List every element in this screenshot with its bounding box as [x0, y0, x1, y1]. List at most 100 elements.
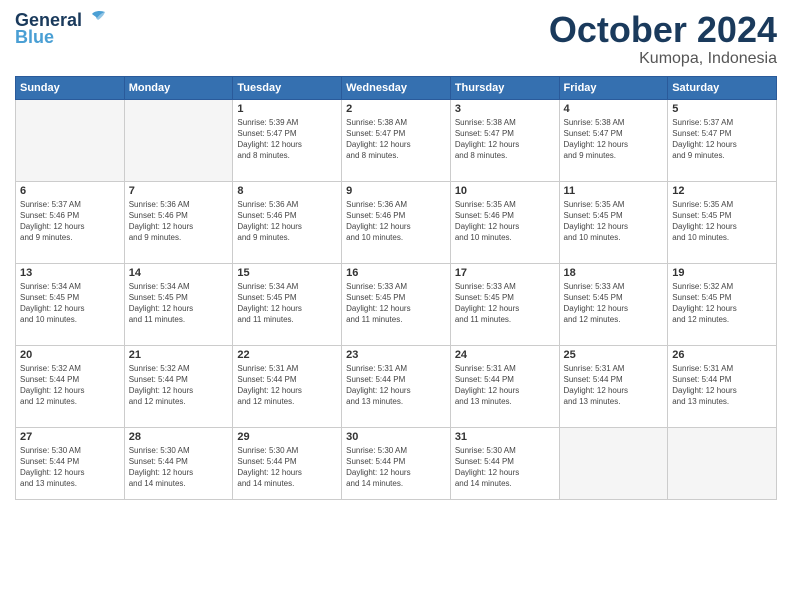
day-number: 9 — [346, 185, 446, 197]
calendar-cell: 1 Sunrise: 5:39 AM Sunset: 5:47 PM Daylig… — [233, 99, 342, 181]
weekday-header-saturday: Saturday — [668, 76, 777, 99]
weekday-header-row: SundayMondayTuesdayWednesdayThursdayFrid… — [16, 76, 777, 99]
calendar-cell: 14 Sunrise: 5:34 AM Sunset: 5:45 PM Dayli… — [124, 263, 233, 345]
day-number: 22 — [237, 349, 337, 361]
calendar-cell: 5Sunrise: 5:37 AM Sunset: 5:47 PM Daylig… — [668, 99, 777, 181]
week-row-5: 27 Sunrise: 5:30 AM Sunset: 5:44 PM Dayli… — [16, 427, 777, 499]
month-title: October 2024 — [549, 10, 777, 50]
day-number: 4 — [564, 103, 664, 115]
calendar-cell: 28Sunrise: 5:30 AM Sunset: 5:44 PM Dayli… — [124, 427, 233, 499]
day-number: 15 — [237, 267, 337, 279]
day-info: Sunrise: 5:31 AM Sunset: 5:44 PM Dayligh… — [564, 363, 664, 408]
day-info: Sunrise: 5:30 AM Sunset: 5:44 PM Dayligh… — [346, 445, 446, 490]
day-info: Sunrise: 5:32 AM Sunset: 5:45 PM Dayligh… — [672, 281, 772, 326]
day-info: Sunrise: 5:35 AM Sunset: 5:45 PM Dayligh… — [672, 199, 772, 244]
calendar-cell: 21 Sunrise: 5:32 AM Sunset: 5:44 PM Dayli… — [124, 345, 233, 427]
day-info: Sunrise: 5:31 AM Sunset: 5:44 PM Dayligh… — [346, 363, 446, 408]
page: General Blue October 2024 Kumopa, Indone… — [0, 0, 792, 612]
calendar-table: SundayMondayTuesdayWednesdayThursdayFrid… — [15, 76, 777, 500]
day-number: 18 — [564, 267, 664, 279]
day-info: Sunrise: 5:31 AM Sunset: 5:44 PM Dayligh… — [455, 363, 555, 408]
calendar-cell: 30 Sunrise: 5:30 AM Sunset: 5:44 PM Dayli… — [342, 427, 451, 499]
day-number: 24 — [455, 349, 555, 361]
day-info: Sunrise: 5:31 AM Sunset: 5:44 PM Dayligh… — [672, 363, 772, 408]
location: Kumopa, Indonesia — [549, 50, 777, 68]
weekday-header-wednesday: Wednesday — [342, 76, 451, 99]
day-info: Sunrise: 5:30 AM Sunset: 5:44 PM Dayligh… — [129, 445, 229, 490]
logo-blue: Blue — [15, 27, 54, 48]
day-number: 31 — [455, 431, 555, 443]
weekday-header-sunday: Sunday — [16, 76, 125, 99]
day-info: Sunrise: 5:33 AM Sunset: 5:45 PM Dayligh… — [455, 281, 555, 326]
calendar-cell: 13 Sunrise: 5:34 AM Sunset: 5:45 PM Dayli… — [16, 263, 125, 345]
calendar-cell: 26 Sunrise: 5:31 AM Sunset: 5:44 PM Dayli… — [668, 345, 777, 427]
day-info: Sunrise: 5:39 AM Sunset: 5:47 PM Dayligh… — [237, 117, 337, 162]
calendar-cell: 15Sunrise: 5:34 AM Sunset: 5:45 PM Dayli… — [233, 263, 342, 345]
day-info: Sunrise: 5:30 AM Sunset: 5:44 PM Dayligh… — [20, 445, 120, 490]
day-info: Sunrise: 5:37 AM Sunset: 5:46 PM Dayligh… — [20, 199, 120, 244]
day-number: 8 — [237, 185, 337, 197]
calendar-cell: 11 Sunrise: 5:35 AM Sunset: 5:45 PM Dayli… — [559, 181, 668, 263]
day-number: 26 — [672, 349, 772, 361]
calendar-cell: 9 Sunrise: 5:36 AM Sunset: 5:46 PM Daylig… — [342, 181, 451, 263]
day-info: Sunrise: 5:38 AM Sunset: 5:47 PM Dayligh… — [346, 117, 446, 162]
day-info: Sunrise: 5:30 AM Sunset: 5:44 PM Dayligh… — [237, 445, 337, 490]
day-info: Sunrise: 5:32 AM Sunset: 5:44 PM Dayligh… — [129, 363, 229, 408]
day-number: 13 — [20, 267, 120, 279]
header: General Blue October 2024 Kumopa, Indone… — [15, 10, 777, 68]
week-row-1: 1 Sunrise: 5:39 AM Sunset: 5:47 PM Daylig… — [16, 99, 777, 181]
day-info: Sunrise: 5:30 AM Sunset: 5:44 PM Dayligh… — [455, 445, 555, 490]
day-number: 3 — [455, 103, 555, 115]
calendar-cell: 27 Sunrise: 5:30 AM Sunset: 5:44 PM Dayli… — [16, 427, 125, 499]
day-info: Sunrise: 5:35 AM Sunset: 5:45 PM Dayligh… — [564, 199, 664, 244]
calendar-cell: 12 Sunrise: 5:35 AM Sunset: 5:45 PM Dayli… — [668, 181, 777, 263]
day-info: Sunrise: 5:33 AM Sunset: 5:45 PM Dayligh… — [346, 281, 446, 326]
day-number: 29 — [237, 431, 337, 443]
calendar-cell: 22 Sunrise: 5:31 AM Sunset: 5:44 PM Dayli… — [233, 345, 342, 427]
day-info: Sunrise: 5:37 AM Sunset: 5:47 PM Dayligh… — [672, 117, 772, 162]
calendar-cell — [668, 427, 777, 499]
calendar-cell: 10 Sunrise: 5:35 AM Sunset: 5:46 PM Dayli… — [450, 181, 559, 263]
day-number: 10 — [455, 185, 555, 197]
day-info: Sunrise: 5:31 AM Sunset: 5:44 PM Dayligh… — [237, 363, 337, 408]
day-info: Sunrise: 5:33 AM Sunset: 5:45 PM Dayligh… — [564, 281, 664, 326]
calendar-cell: 20Sunrise: 5:32 AM Sunset: 5:44 PM Dayli… — [16, 345, 125, 427]
title-section: October 2024 Kumopa, Indonesia — [549, 10, 777, 68]
day-number: 6 — [20, 185, 120, 197]
week-row-4: 20 Sunrise: 5:32 AM Sunset: 5:44 PM Dayli… — [16, 345, 777, 427]
weekday-header-tuesday: Tuesday — [233, 76, 342, 99]
day-info: Sunrise: 5:35 AM Sunset: 5:46 PM Dayligh… — [455, 199, 555, 244]
day-info: Sunrise: 5:36 AM Sunset: 5:46 PM Dayligh… — [129, 199, 229, 244]
logo: General Blue — [15, 10, 106, 48]
day-number: 30 — [346, 431, 446, 443]
day-number: 27 — [20, 431, 120, 443]
calendar-cell — [124, 99, 233, 181]
calendar-cell: 2Sunrise: 5:38 AM Sunset: 5:47 PM Daylig… — [342, 99, 451, 181]
day-info: Sunrise: 5:34 AM Sunset: 5:45 PM Dayligh… — [20, 281, 120, 326]
calendar-cell: 8Sunrise: 5:36 AM Sunset: 5:46 PM Daylig… — [233, 181, 342, 263]
calendar-cell: 23Sunrise: 5:31 AM Sunset: 5:44 PM Dayli… — [342, 345, 451, 427]
calendar-cell: 6 Sunrise: 5:37 AM Sunset: 5:46 PM Daylig… — [16, 181, 125, 263]
calendar-cell: 4Sunrise: 5:38 AM Sunset: 5:47 PM Daylig… — [559, 99, 668, 181]
calendar-cell: 31 Sunrise: 5:30 AM Sunset: 5:44 PM Dayli… — [450, 427, 559, 499]
calendar-cell — [559, 427, 668, 499]
day-number: 14 — [129, 267, 229, 279]
week-row-2: 6 Sunrise: 5:37 AM Sunset: 5:46 PM Daylig… — [16, 181, 777, 263]
weekday-header-monday: Monday — [124, 76, 233, 99]
calendar-cell: 25 Sunrise: 5:31 AM Sunset: 5:44 PM Dayli… — [559, 345, 668, 427]
day-number: 11 — [564, 185, 664, 197]
day-info: Sunrise: 5:34 AM Sunset: 5:45 PM Dayligh… — [129, 281, 229, 326]
day-number: 20 — [20, 349, 120, 361]
calendar-cell: 18 Sunrise: 5:33 AM Sunset: 5:45 PM Dayli… — [559, 263, 668, 345]
day-number: 12 — [672, 185, 772, 197]
calendar-cell: 3Sunrise: 5:38 AM Sunset: 5:47 PM Daylig… — [450, 99, 559, 181]
day-number: 25 — [564, 349, 664, 361]
day-number: 21 — [129, 349, 229, 361]
calendar-cell: 19Sunrise: 5:32 AM Sunset: 5:45 PM Dayli… — [668, 263, 777, 345]
day-info: Sunrise: 5:36 AM Sunset: 5:46 PM Dayligh… — [346, 199, 446, 244]
day-number: 1 — [237, 103, 337, 115]
calendar-cell — [16, 99, 125, 181]
calendar-cell: 24 Sunrise: 5:31 AM Sunset: 5:44 PM Dayli… — [450, 345, 559, 427]
calendar-cell: 16Sunrise: 5:33 AM Sunset: 5:45 PM Dayli… — [342, 263, 451, 345]
calendar-cell: 29 Sunrise: 5:30 AM Sunset: 5:44 PM Dayli… — [233, 427, 342, 499]
